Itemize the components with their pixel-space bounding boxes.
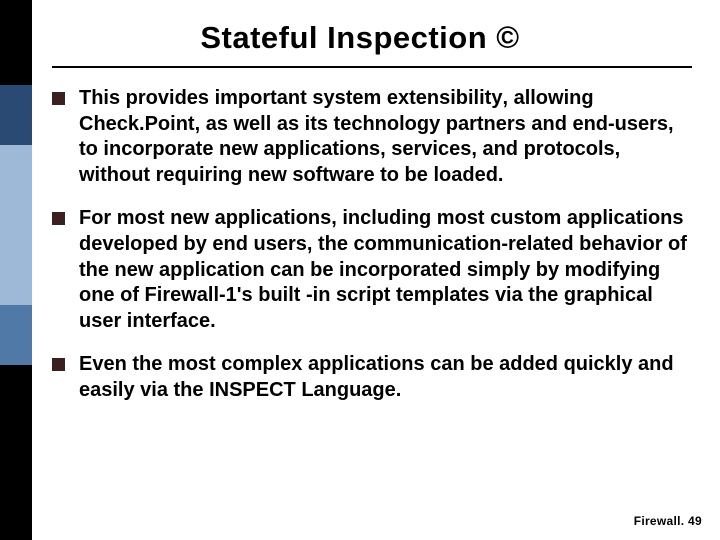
bullet-text: For most new applications, including mos… (79, 206, 692, 334)
slide-title: Stateful Inspection © (0, 20, 720, 56)
bullet-marker-icon (52, 92, 65, 105)
decorative-sidebar (0, 0, 32, 540)
title-underline (52, 66, 692, 68)
slide-footer: Firewall. 49 (634, 514, 702, 528)
bullet-marker-icon (52, 212, 65, 225)
bullet-text: This provides important system extensibi… (79, 86, 692, 188)
bullet-item: This provides important system extensibi… (52, 86, 692, 188)
bullet-item: For most new applications, including mos… (52, 206, 692, 334)
bullet-item: Even the most complex applications can b… (52, 352, 692, 403)
bullet-text: Even the most complex applications can b… (79, 352, 692, 403)
slide-body: This provides important system extensibi… (52, 86, 692, 422)
bullet-marker-icon (52, 358, 65, 371)
